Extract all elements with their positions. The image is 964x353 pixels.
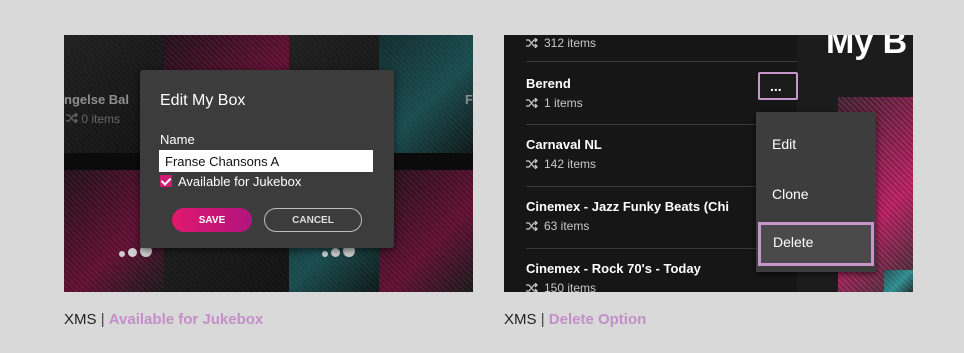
jukebox-checkbox-label: Available for Jukebox [178, 174, 302, 189]
list-item[interactable]: Cinemex - Rock 70's - Today 150 items [504, 249, 797, 292]
item-title: Carnaval NL [526, 137, 602, 152]
playlist-artwork [884, 270, 913, 292]
edit-box-screenshot: ngelse Bal 0 items F Edit My Box Name Av… [64, 35, 473, 292]
more-icon: ... [770, 78, 782, 94]
item-count: 142 items [526, 157, 596, 171]
caption-highlight: Delete Option [548, 311, 647, 328]
caption-separator: | [100, 311, 105, 328]
name-label: Name [160, 132, 195, 147]
delete-option-screenshot: My B 312 items Berend 1 items Carnaval N… [504, 35, 913, 292]
menu-item-delete[interactable]: Delete [758, 222, 874, 266]
name-input[interactable] [159, 150, 373, 172]
caption-prefix: XMS [64, 311, 97, 328]
more-options-button[interactable]: ... [758, 72, 798, 100]
playlist-list: 312 items Berend 1 items Carnaval NL 142… [504, 35, 797, 292]
list-item[interactable]: Berend 1 items [504, 62, 797, 124]
shuffle-icon [526, 221, 538, 231]
list-item[interactable]: Cinemex - Jazz Funky Beats (Chi 63 items [504, 187, 797, 249]
context-menu: Edit Clone Delete [756, 112, 876, 272]
item-title: Berend [526, 76, 571, 91]
item-title: Cinemex - Rock 70's - Today [526, 261, 701, 276]
shuffle-icon [526, 283, 538, 292]
item-title: Cinemex - Jazz Funky Beats (Chi [526, 199, 729, 214]
item-count: 312 items [526, 36, 596, 50]
item-count: 63 items [526, 219, 589, 233]
cancel-button[interactable]: CANCEL [264, 208, 362, 232]
modal-title: Edit My Box [160, 92, 246, 109]
caption-left: XMS | Available for Jukebox [64, 311, 263, 328]
caption-separator: | [540, 311, 545, 328]
caption-prefix: XMS [504, 311, 537, 328]
save-button[interactable]: SAVE [172, 208, 252, 232]
list-item[interactable]: 312 items [504, 35, 797, 61]
shuffle-icon [526, 159, 538, 169]
shuffle-icon [526, 98, 538, 108]
menu-item-clone[interactable]: Clone [772, 186, 809, 202]
edit-box-modal: Edit My Box Name Available for Jukebox S… [140, 70, 394, 248]
caption-right: XMS | Delete Option [504, 311, 646, 328]
shuffle-icon [526, 38, 538, 48]
jukebox-checkbox[interactable] [160, 175, 172, 187]
list-item[interactable]: Carnaval NL 142 items [504, 125, 797, 187]
item-count: 150 items [526, 281, 596, 292]
menu-item-delete-label: Delete [773, 234, 814, 250]
page-title: My B [826, 35, 908, 61]
caption-highlight: Available for Jukebox [108, 311, 264, 328]
menu-item-edit[interactable]: Edit [772, 136, 796, 152]
item-count: 1 items [526, 96, 583, 110]
